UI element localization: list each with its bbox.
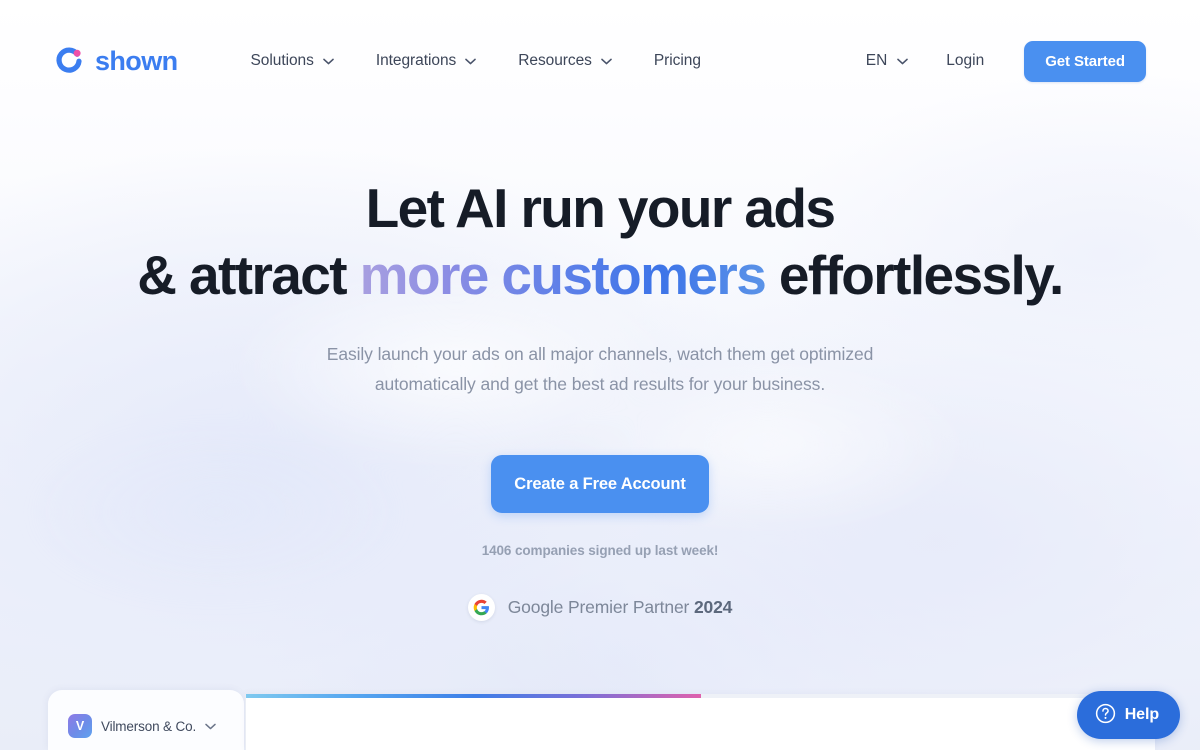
create-free-account-button[interactable]: Create a Free Account (491, 455, 709, 513)
chevron-down-icon (601, 58, 612, 64)
avatar: V (68, 714, 92, 738)
chevron-down-icon (897, 58, 909, 64)
login-link[interactable]: Login (924, 44, 1006, 78)
page-title: Let AI run your ads & attract more custo… (0, 175, 1200, 309)
headline-line-1: Let AI run your ads (365, 177, 836, 239)
google-premier-partner-badge: Google Premier Partner 2024 (0, 594, 1200, 621)
site-header: shown Solutions Integrations Resources P… (0, 0, 1200, 122)
nav-item-pricing[interactable]: Pricing (633, 44, 722, 78)
org-switcher[interactable]: V Vilmerson & Co. (68, 714, 216, 738)
partner-year: 2024 (693, 597, 733, 617)
subheadline-line-1: Easily launch your ads on all major chan… (326, 344, 874, 364)
hero-cta-wrapper: Create a Free Account (0, 455, 1200, 513)
subheadline-line-2: automatically and get the best ad result… (374, 374, 826, 394)
chevron-down-icon (465, 58, 477, 64)
shown-circle-dot-logo-icon (54, 46, 84, 76)
chevron-down-icon (205, 723, 216, 729)
progress-bar-fill (246, 694, 701, 698)
header-inner: shown Solutions Integrations Resources P… (54, 30, 1146, 92)
dashboard-preview: V Vilmerson & Co. (0, 688, 1200, 750)
google-g-icon (467, 594, 495, 621)
nav-item-solutions[interactable]: Solutions (230, 44, 355, 78)
dashboard-main-panel (245, 694, 1156, 750)
nav-item-label: Pricing (653, 52, 701, 69)
main-navigation: Solutions Integrations Resources Pricing (230, 44, 722, 78)
hero-subheadline: Easily launch your ads on all major chan… (0, 339, 1200, 399)
nav-item-label: Solutions (250, 52, 314, 69)
header-right-actions: EN Login Get Started (850, 40, 1146, 82)
get-started-button[interactable]: Get Started (1024, 40, 1146, 82)
language-label: EN (865, 52, 888, 69)
page-root: shown Solutions Integrations Resources P… (0, 0, 1200, 750)
progress-bar-track (246, 694, 1156, 698)
headline-text-post: effortlessly. (765, 244, 1064, 306)
dashboard-sidebar: V Vilmerson & Co. (48, 690, 244, 750)
brand-logo[interactable]: shown (54, 46, 178, 77)
org-name-label: Vilmerson & Co. (101, 718, 197, 734)
question-circle-icon (1095, 703, 1116, 727)
nav-item-label: Integrations (375, 52, 457, 69)
chevron-down-icon (323, 58, 334, 64)
headline-highlight: more customers (359, 244, 767, 306)
headline-line-2: & attract more customers effortlessly. (0, 242, 1200, 309)
headline-text-pre: & attract (137, 244, 360, 306)
help-button[interactable]: Help (1076, 691, 1180, 739)
partner-badge-label: Google Premier Partner 2024 (508, 597, 733, 618)
partner-text: Google Premier Partner (507, 597, 694, 617)
nav-item-resources[interactable]: Resources (497, 44, 633, 78)
help-button-label: Help (1124, 706, 1159, 723)
signup-count-note: 1406 companies signed up last week! (481, 543, 719, 558)
nav-item-integrations[interactable]: Integrations (355, 44, 497, 78)
brand-name: shown (95, 45, 178, 76)
hero-section: Let AI run your ads & attract more custo… (0, 122, 1200, 621)
language-selector[interactable]: EN (850, 44, 925, 78)
nav-item-label: Resources (518, 52, 592, 69)
